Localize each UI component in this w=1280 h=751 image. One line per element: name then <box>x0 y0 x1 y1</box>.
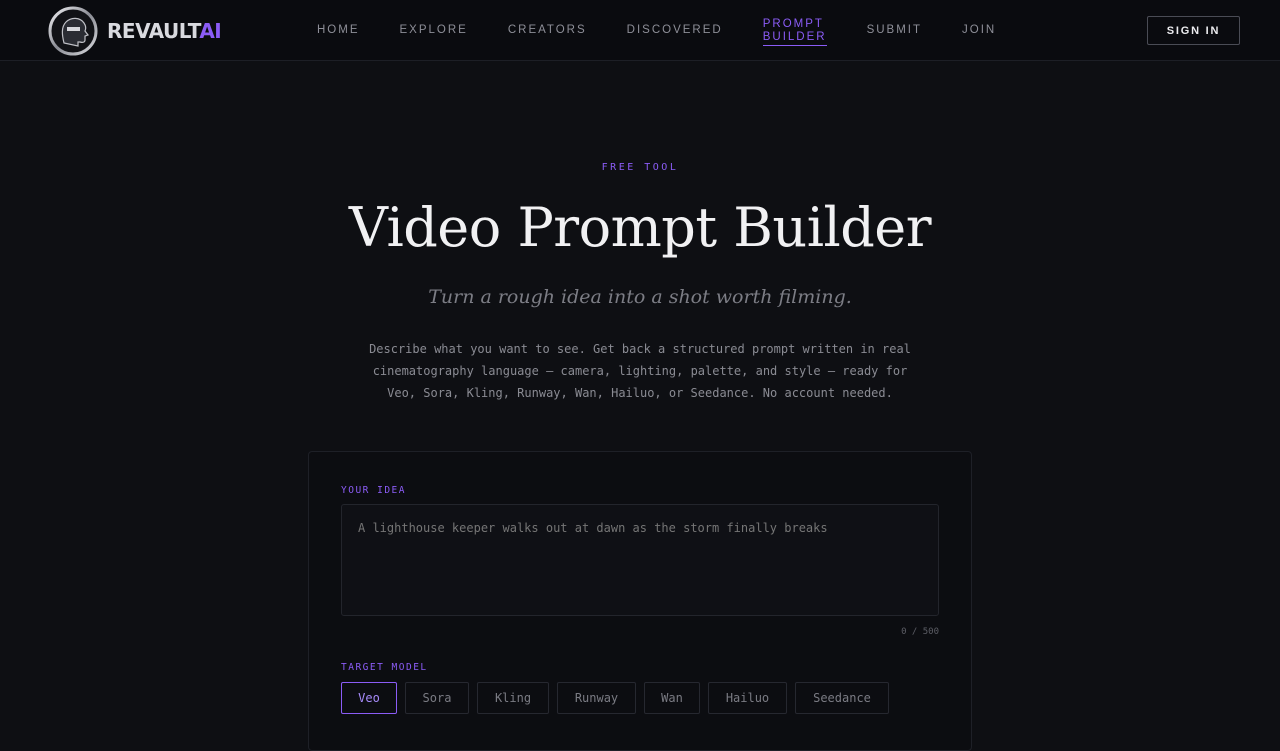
nav-home[interactable]: HOME <box>297 24 380 37</box>
page-subtitle: Turn a rough idea into a shot worth film… <box>428 286 852 308</box>
model-option-seedance[interactable]: Seedance <box>795 682 889 714</box>
nav-discovered[interactable]: DISCOVERED <box>607 24 743 37</box>
nav-prompt-builder[interactable]: PROMPT BUILDER <box>762 16 827 46</box>
prompt-builder-card: YOUR IDEA 0 / 500 TARGET MODEL Veo Sora … <box>308 451 972 751</box>
nav-join[interactable]: JOIN <box>942 24 1016 37</box>
target-model-label: TARGET MODEL <box>341 662 428 673</box>
nav-explore[interactable]: EXPLORE <box>380 24 488 37</box>
idea-label: YOUR IDEA <box>341 485 406 496</box>
page-description: Describe what you want to see. Get back … <box>369 342 911 400</box>
eyebrow-label: FREE TOOL <box>601 162 679 173</box>
logo-head-icon <box>48 6 98 56</box>
model-option-hailuo[interactable]: Hailuo <box>708 682 787 714</box>
brand-logo[interactable]: REVAULTAI <box>47 6 222 56</box>
nav-prompt-builder-line1: PROMPT <box>762 17 824 30</box>
nav-creators[interactable]: CREATORS <box>488 24 607 37</box>
brand-name: REVAULT <box>107 19 200 43</box>
top-nav: REVAULTAI HOME EXPLORE CREATORS DISCOVER… <box>0 0 1280 61</box>
sign-in-button[interactable]: SIGN IN <box>1147 16 1240 45</box>
model-option-kling[interactable]: Kling <box>477 682 549 714</box>
model-option-veo[interactable]: Veo <box>341 682 397 714</box>
page-title: Video Prompt Builder <box>348 196 932 259</box>
model-option-wan[interactable]: Wan <box>644 682 700 714</box>
nav-submit[interactable]: SUBMIT <box>847 24 942 37</box>
model-selector: Veo Sora Kling Runway Wan Hailuo Seedanc… <box>341 682 897 714</box>
idea-input[interactable] <box>341 504 939 616</box>
brand-suffix: AI <box>199 19 222 43</box>
model-option-runway[interactable]: Runway <box>557 682 636 714</box>
nav-prompt-builder-line2: BUILDER <box>762 30 827 43</box>
nav-links: HOME EXPLORE CREATORS DISCOVERED PROMPT … <box>297 0 1016 61</box>
char-counter: 0 / 500 <box>901 627 939 637</box>
model-option-sora[interactable]: Sora <box>405 682 469 714</box>
